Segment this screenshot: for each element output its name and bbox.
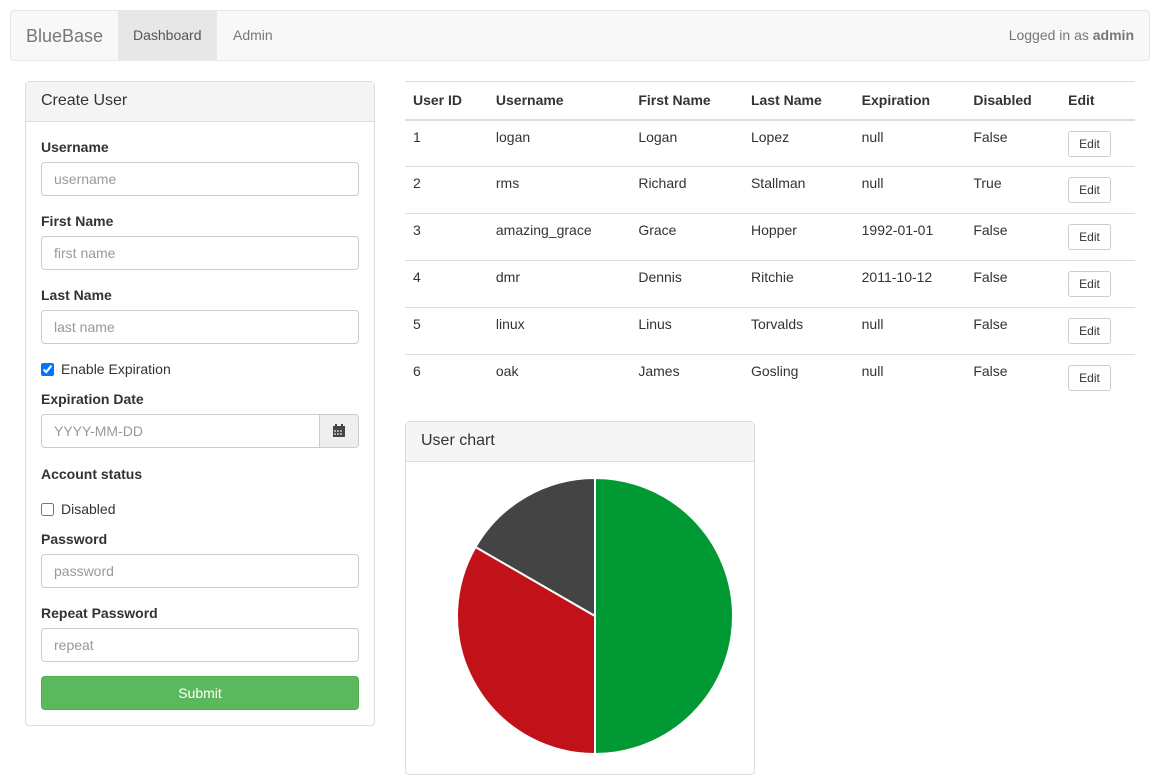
expiration-date-input[interactable] bbox=[41, 414, 320, 448]
first-name-cell: Dennis bbox=[630, 260, 743, 308]
navbar: BlueBase Dashboard Admin Logged in as ad… bbox=[10, 10, 1150, 61]
expiration-cell: null bbox=[853, 307, 966, 355]
expiration-cell: 1992-01-01 bbox=[853, 213, 966, 261]
edit-button[interactable]: Edit bbox=[1068, 365, 1111, 391]
last-name-cell: Stallman bbox=[742, 166, 854, 214]
disabled-cell: False bbox=[965, 260, 1061, 308]
edit-cell: Edit bbox=[1060, 213, 1135, 261]
user-id-cell: 1 bbox=[413, 128, 421, 145]
column-header: Disabled bbox=[965, 81, 1061, 121]
table-row: 4 dmr Dennis Ritchie 2011-10-12 False Edit bbox=[405, 260, 1135, 308]
last-name-input[interactable] bbox=[41, 310, 359, 344]
user-id-cell: 2 bbox=[405, 166, 488, 214]
edit-cell: Edit bbox=[1060, 307, 1135, 355]
column-header: Edit bbox=[1060, 81, 1135, 121]
first-name-cell: Grace bbox=[630, 213, 743, 261]
disabled-cell: True bbox=[965, 166, 1061, 214]
user-id-cell: 5 bbox=[405, 307, 488, 355]
column-header: User ID bbox=[405, 81, 488, 121]
logged-in-status: Logged in as admin bbox=[1009, 27, 1134, 43]
user-id-cell: 6 bbox=[405, 354, 488, 402]
username-cell: rms bbox=[487, 166, 631, 214]
password-input[interactable] bbox=[41, 554, 359, 588]
first-name-cell: Logan bbox=[638, 128, 678, 145]
first-name-input[interactable] bbox=[41, 236, 359, 270]
username-label: Username bbox=[41, 139, 109, 155]
username-cell: dmr bbox=[487, 260, 631, 308]
expiration-cell: null bbox=[853, 166, 966, 214]
last-name-label: Last Name bbox=[41, 287, 112, 303]
first-name-label: First Name bbox=[41, 213, 114, 229]
edit-cell: Edit bbox=[1060, 120, 1135, 167]
table-row: 6 oak James Gosling null False Edit bbox=[405, 354, 1135, 402]
submit-button[interactable]: Submit bbox=[41, 676, 359, 710]
edit-cell: Edit bbox=[1060, 166, 1135, 214]
disabled-cell: False bbox=[965, 213, 1061, 261]
column-header: First Name bbox=[630, 81, 743, 121]
user-pie-chart bbox=[456, 476, 734, 756]
disabled-cell: False bbox=[973, 128, 1008, 145]
user-chart-panel: User chart bbox=[405, 421, 755, 775]
last-name-cell: Hopper bbox=[742, 213, 854, 261]
calendar-button[interactable] bbox=[319, 414, 359, 448]
edit-button[interactable]: Edit bbox=[1068, 224, 1111, 250]
first-name-cell: James bbox=[630, 354, 743, 402]
user-id-cell: 4 bbox=[405, 260, 488, 308]
column-header: Expiration bbox=[853, 81, 966, 121]
edit-button[interactable]: Edit bbox=[1068, 318, 1111, 344]
user-id-cell: 3 bbox=[405, 213, 488, 261]
logged-in-prefix: Logged in as bbox=[1008, 27, 1089, 43]
disabled-checkbox[interactable]: Disabled bbox=[41, 501, 115, 517]
edit-button[interactable]: Edit bbox=[1068, 177, 1111, 203]
disabled-cell: False bbox=[965, 307, 1061, 355]
last-name-cell: Gosling bbox=[742, 354, 854, 402]
enable-expiration-label: Enable Expiration bbox=[61, 361, 171, 377]
brand-logo[interactable]: BlueBase bbox=[26, 26, 103, 47]
last-name-cell: Lopez bbox=[750, 128, 790, 145]
disabled-check[interactable] bbox=[41, 502, 54, 516]
table-row: 2 rms Richard Stallman null True Edit bbox=[405, 166, 1135, 214]
chart-title: User chart bbox=[406, 422, 754, 462]
username-cell: logan bbox=[495, 128, 531, 145]
column-header: Last Name bbox=[742, 81, 854, 121]
edit-cell: Edit bbox=[1060, 354, 1135, 402]
edit-button[interactable]: Edit bbox=[1068, 271, 1111, 297]
table-header-row: User ID Username First Name Last Name Expira… bbox=[405, 81, 1135, 121]
last-name-cell: Ritchie bbox=[742, 260, 854, 308]
disabled-label: Disabled bbox=[61, 501, 116, 517]
pie-slice-0 bbox=[594, 476, 734, 756]
first-name-cell: Linus bbox=[630, 307, 743, 355]
expiration-cell: 2011-10-12 bbox=[853, 260, 966, 308]
username-cell: oak bbox=[487, 354, 631, 402]
table-row: 5 linux Linus Torvalds null False Edit bbox=[405, 307, 1135, 355]
last-name-cell: Torvalds bbox=[742, 307, 854, 355]
username-cell: amazing_grace bbox=[487, 213, 631, 261]
username-input[interactable] bbox=[41, 162, 359, 196]
disabled-cell: False bbox=[965, 354, 1061, 402]
panel-title: Create User bbox=[26, 82, 374, 122]
enable-expiration-check[interactable] bbox=[41, 362, 54, 376]
edit-button[interactable]: Edit bbox=[1068, 130, 1111, 157]
account-status-label: Account status bbox=[41, 466, 143, 482]
expiration-date-label: Expiration Date bbox=[41, 391, 144, 407]
first-name-cell: Richard bbox=[630, 166, 743, 214]
repeat-password-label: Repeat Password bbox=[41, 605, 158, 621]
password-label: Password bbox=[41, 531, 108, 547]
users-table: User ID Username First Name Last Name Expira… bbox=[405, 81, 1135, 402]
expiration-cell: null bbox=[853, 354, 966, 402]
column-header: Username bbox=[487, 81, 631, 121]
enable-expiration-checkbox[interactable]: Enable Expiration bbox=[41, 361, 171, 377]
logged-in-user: admin bbox=[1092, 27, 1134, 43]
repeat-password-input[interactable] bbox=[41, 628, 359, 662]
edit-cell: Edit bbox=[1060, 260, 1135, 308]
expiration-cell: null bbox=[861, 128, 884, 145]
table-row: 3 amazing_grace Grace Hopper 1992-01-01 False… bbox=[405, 213, 1135, 261]
create-user-panel: Create User Username First Name Last Nam… bbox=[25, 81, 375, 726]
calendar-icon bbox=[333, 424, 345, 437]
nav-dashboard[interactable]: Dashboard bbox=[118, 11, 217, 60]
table-row: 1 logan Logan Lopez null False Edit bbox=[405, 120, 1135, 167]
username-cell: linux bbox=[487, 307, 631, 355]
nav-admin[interactable]: Admin bbox=[218, 11, 288, 60]
